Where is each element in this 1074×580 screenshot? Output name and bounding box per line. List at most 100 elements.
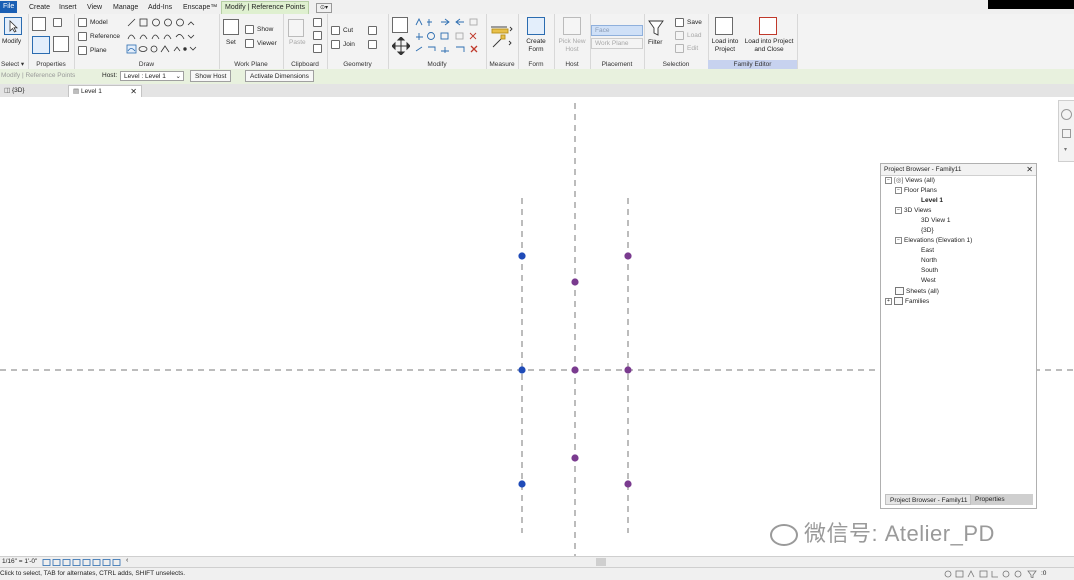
set-label[interactable]: Set [226,39,236,47]
filter-icon[interactable] [648,19,664,37]
file-tab[interactable]: File [0,1,18,13]
reference-label[interactable]: Reference [90,33,120,41]
filter-label[interactable]: Filter [648,39,662,47]
create-form-label[interactable]: Create Form [520,38,552,54]
tree-level-1[interactable]: Level 1 [921,196,943,205]
tree-3d-view-1[interactable]: 3D View 1 [921,216,951,225]
modify-tool-icon[interactable] [4,17,22,35]
collapse-icon[interactable]: − [895,236,902,244]
activate-dimensions-button[interactable]: Activate Dimensions [245,70,314,82]
join-label[interactable]: Join [343,41,355,49]
select-dropdown[interactable]: Select ▾ [0,60,28,69]
host-select[interactable]: Level : Level 1 ⌄ [120,71,184,81]
load-into-project-label[interactable]: Load into Project [709,38,741,54]
tree-south[interactable]: South [921,266,938,275]
zoom-icon[interactable] [1062,129,1071,138]
tab-enscape[interactable]: Enscape™ [180,2,220,13]
view-control-icons[interactable] [42,559,122,566]
work-plane-placement-option[interactable]: Work Plane [591,38,643,49]
tab-manage[interactable]: Manage [110,2,141,13]
tree-east[interactable]: East [921,246,934,255]
draw-shape-tools-icon[interactable] [126,17,216,55]
panel-properties: Properties [28,14,75,69]
tree-north[interactable]: North [921,256,937,265]
scroll-left-arrow[interactable]: ‹ [126,557,128,564]
panel-placement: Face Work Plane Placement [590,14,645,69]
tree-sheets[interactable]: Sheets (all) [895,287,939,296]
move-icon[interactable] [392,37,410,55]
void-icon[interactable] [368,26,377,35]
cut-label[interactable]: Cut [343,27,353,35]
load-into-project-icon[interactable] [715,17,733,35]
steering-wheel-icon[interactable] [1061,109,1072,120]
paste-label[interactable]: Paste [289,39,306,47]
host-panel-label: Host [565,61,579,68]
join-icon[interactable] [331,40,340,49]
load-into-project-close-label[interactable]: Load into Project and Close [741,38,797,54]
create-form-icon[interactable] [527,17,545,35]
tab-view[interactable]: View [84,2,105,13]
family-category-icon[interactable] [53,18,62,27]
modify-button-label[interactable]: Modify [2,38,21,46]
tree-west[interactable]: West [921,276,936,285]
save-selection-icon[interactable] [675,18,684,27]
tab-modify-reference-points[interactable]: Modify | Reference Points [221,1,310,14]
tree-3d-default[interactable]: {3D} [921,226,934,235]
quick-access-dropdown[interactable]: ⊙▾ [316,3,333,13]
tab-view-level-1[interactable]: ▤ Level 1 ✕ [68,85,142,97]
tab-add-ins[interactable]: Add-Ins [145,2,175,13]
load-selection-icon[interactable] [675,31,684,40]
measure-tools-icon[interactable] [489,19,515,51]
properties-icon[interactable] [32,36,50,54]
panel-selection: Filter Save Load Edit Selection [644,14,709,69]
model-line-icon[interactable] [78,18,87,27]
tree-3d-views[interactable]: −3D Views [895,206,931,215]
tab-create[interactable]: Create [26,2,53,13]
view-scale[interactable]: 1/16" = 1'-0" [2,558,37,565]
show-work-plane-icon[interactable] [245,25,254,34]
type-properties-icon[interactable] [53,36,69,52]
cut-clipboard-icon[interactable] [313,18,322,27]
plane-label[interactable]: Plane [90,47,107,55]
load-selection-label[interactable]: Load [687,32,701,40]
match-type-icon[interactable] [313,44,322,53]
collapse-icon[interactable]: − [895,186,902,194]
tab-view-3d[interactable]: ◫ {3D} [0,85,29,97]
collapse-icon[interactable]: − [895,206,902,214]
tree-views[interactable]: − [◎] Views (all) [885,176,935,185]
collapse-icon[interactable]: − [885,176,892,184]
viewer-icon[interactable] [245,39,254,48]
horizontal-scrollbar-thumb[interactable] [596,558,606,566]
tab-insert[interactable]: Insert [56,2,80,13]
model-label[interactable]: Model [90,19,108,27]
edit-selection-label[interactable]: Edit [687,45,698,53]
plane-icon[interactable] [78,46,87,55]
pick-new-host-label[interactable]: Pick New Host [555,38,589,54]
face-placement-option[interactable]: Face [591,25,643,36]
family-types-icon[interactable] [32,17,46,31]
status-icons[interactable] [944,570,1040,579]
copy-icon[interactable] [313,31,322,40]
set-work-plane-icon[interactable] [223,19,239,35]
viewer-label[interactable]: Viewer [257,40,277,48]
reference-line-icon[interactable] [78,32,87,41]
cut-geometry-icon[interactable] [331,26,340,35]
show-label[interactable]: Show [257,26,273,34]
pick-new-host-icon[interactable] [563,17,581,35]
edit-selection-icon[interactable] [675,44,684,53]
tree-families[interactable]: + Families [885,297,929,306]
align-icon[interactable] [392,17,408,33]
expand-icon[interactable]: + [885,297,892,305]
split-face-icon[interactable] [368,40,377,49]
chevron-down-icon[interactable]: ▾ [1064,146,1067,153]
tab-properties[interactable]: Properties [971,494,1033,505]
modify-tools-icon[interactable] [414,17,484,55]
load-into-project-close-icon[interactable] [759,17,777,35]
tab-project-browser[interactable]: Project Browser - Family11 [885,494,971,505]
tree-elevations[interactable]: − Elevations (Elevation 1) [895,236,972,245]
close-icon[interactable]: ✕ [1026,164,1033,175]
save-selection-label[interactable]: Save [687,19,702,27]
paste-icon[interactable] [288,19,304,37]
show-host-button[interactable]: Show Host [190,70,232,82]
tree-floor-plans[interactable]: − Floor Plans [895,186,937,195]
